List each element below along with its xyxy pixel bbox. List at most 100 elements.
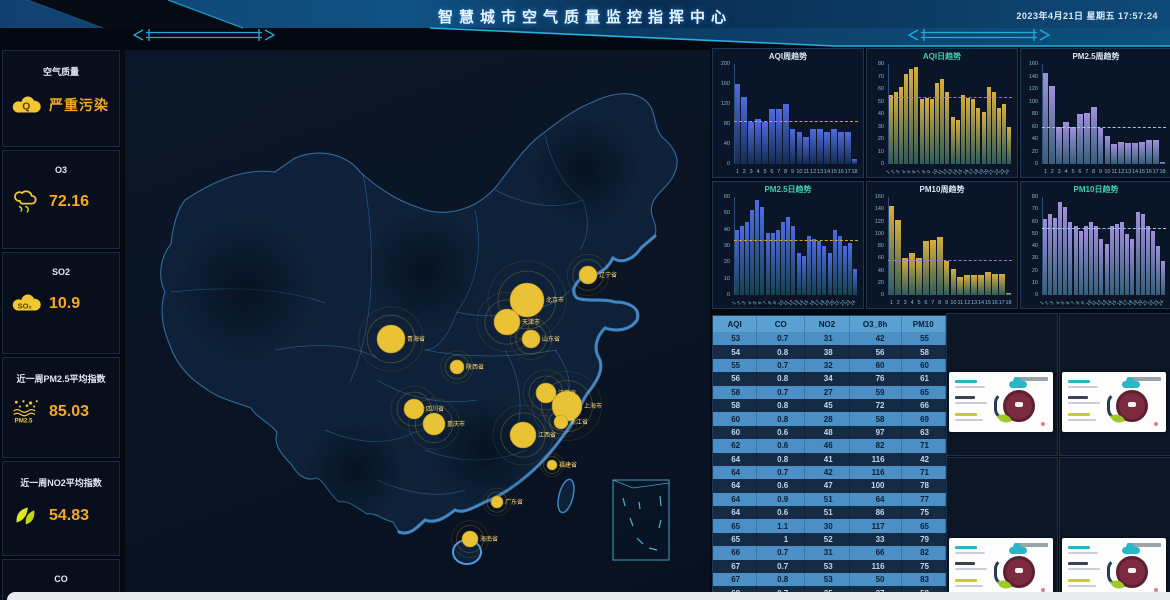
bar xyxy=(902,258,908,295)
table-cell: 0.8 xyxy=(757,573,805,586)
bar xyxy=(783,104,789,164)
bar xyxy=(930,240,936,295)
table-row: 651.13011765 xyxy=(713,519,946,532)
threshold-line xyxy=(734,121,858,122)
report-cell-4 xyxy=(1059,457,1170,600)
x-tick-label: 24 xyxy=(850,300,857,307)
sidebar-metric-4: 近一周PM2.5平均指数PM2.585.03 xyxy=(2,357,120,458)
column-header: PM10 xyxy=(901,316,945,332)
report-cell-2 xyxy=(1059,313,1170,456)
table-cell: 77 xyxy=(901,493,945,506)
table-cell: 100 xyxy=(849,479,901,492)
x-tick-label: 8 xyxy=(1090,169,1097,175)
y-tick-label: 40 xyxy=(713,227,730,233)
bar xyxy=(852,159,858,164)
metric-value: 10.9 xyxy=(49,295,80,313)
province-label: 广东省 xyxy=(505,498,523,506)
column-header: NO2 xyxy=(805,316,849,332)
bar xyxy=(889,206,895,295)
y-tick-label: 0 xyxy=(713,161,730,167)
column-header: O3_8h xyxy=(849,316,901,332)
table-cell: 71 xyxy=(901,466,945,479)
x-tick-label: 24 xyxy=(1004,169,1011,176)
table-cell: 86 xyxy=(849,506,901,519)
y-tick-label: 0 xyxy=(867,161,884,167)
x-tick-label: 3 xyxy=(1056,169,1063,175)
bar xyxy=(828,253,832,295)
bar xyxy=(982,112,986,165)
province-label: 海南省 xyxy=(480,535,498,543)
bar xyxy=(1089,222,1093,296)
chart-title: PM2.5周趋势 xyxy=(1021,51,1170,62)
x-tick-label: 11 xyxy=(1111,169,1118,175)
x-tick-label: 15 xyxy=(984,300,991,306)
bar xyxy=(1120,222,1124,296)
x-tick-label: 3 xyxy=(902,300,909,306)
bar xyxy=(909,69,913,164)
y-tick-label: 120 xyxy=(1021,86,1038,92)
x-tick-label: 10 xyxy=(950,300,957,306)
y-tick-label: 20 xyxy=(867,280,884,286)
bar xyxy=(1043,219,1047,295)
bar xyxy=(914,67,918,165)
table-cell: 97 xyxy=(849,426,901,439)
bar xyxy=(1084,226,1088,295)
chart-AQI日趋势: AQI日趋势0102030405060708012345678910111213… xyxy=(866,48,1018,178)
table-cell: 117 xyxy=(849,519,901,532)
table-cell: 64 xyxy=(713,506,757,519)
y-tick-label: 20 xyxy=(713,259,730,265)
table-cell: 0.7 xyxy=(757,386,805,399)
china-map: 青海省陕西省辽宁省北京市天津市山东省江苏省上海市浙江省四川省重庆市江西省福建省广… xyxy=(125,50,710,600)
bar xyxy=(1091,107,1097,165)
bar xyxy=(838,132,844,165)
bar xyxy=(1115,224,1119,295)
x-tick-label: 7 xyxy=(775,169,782,175)
metric-label: 空气质量 xyxy=(3,51,119,78)
chart-PM10日趋势: PM10日趋势010203040506070801234567891011121… xyxy=(1020,181,1170,309)
bar xyxy=(802,256,806,295)
table-cell: 64 xyxy=(713,466,757,479)
x-tick-label: 6 xyxy=(1076,169,1083,175)
bar xyxy=(786,217,790,295)
bar xyxy=(1160,162,1166,164)
bar xyxy=(1153,140,1159,164)
x-tick-label: 17 xyxy=(1152,169,1159,175)
table-cell: 0.7 xyxy=(757,332,805,345)
bar xyxy=(1118,142,1124,164)
y-tick-label: 20 xyxy=(1021,149,1038,155)
bar xyxy=(1053,218,1057,295)
metric-label: 近一周PM2.5平均指数 xyxy=(3,358,119,385)
table-cell: 45 xyxy=(805,399,849,412)
bar xyxy=(1002,104,1006,164)
table-row: 640.84111642 xyxy=(713,453,946,466)
x-tick-label: 1 xyxy=(888,300,895,306)
table-cell: 55 xyxy=(901,332,945,345)
y-tick-label: 60 xyxy=(1021,219,1038,225)
bar xyxy=(797,253,801,295)
table-cell: 41 xyxy=(805,453,849,466)
x-tick-label: 5 xyxy=(762,169,769,175)
bar xyxy=(748,122,754,165)
metric-label: CO xyxy=(3,560,119,584)
x-tick-label: 16 xyxy=(991,300,998,306)
bar xyxy=(1084,113,1090,164)
province-label: 福建省 xyxy=(559,461,577,469)
table-cell: 75 xyxy=(901,560,945,573)
gauge-card xyxy=(949,372,1053,432)
x-tick-label: 4 xyxy=(755,169,762,175)
table-cell: 34 xyxy=(805,372,849,385)
y-tick-label: 140 xyxy=(867,206,884,212)
table-cell: 64 xyxy=(849,493,901,506)
x-tick-label: 9 xyxy=(1097,169,1104,175)
table-cell: 65 xyxy=(901,519,945,532)
table-cell: 65 xyxy=(713,519,757,532)
chart-AQI周趋势: AQI周趋势0408012016020012345678910111213141… xyxy=(712,48,864,178)
table-row: 600.6489763 xyxy=(713,426,946,439)
sidebar-metric-2: O372.16 xyxy=(2,150,120,249)
table-cell: 0.8 xyxy=(757,372,805,385)
bar xyxy=(740,226,744,295)
x-tick-label: 1 xyxy=(1042,169,1049,175)
x-tick-label: 3 xyxy=(748,169,755,175)
x-tick-label: 17 xyxy=(844,169,851,175)
x-tick-label: 6 xyxy=(922,300,929,306)
